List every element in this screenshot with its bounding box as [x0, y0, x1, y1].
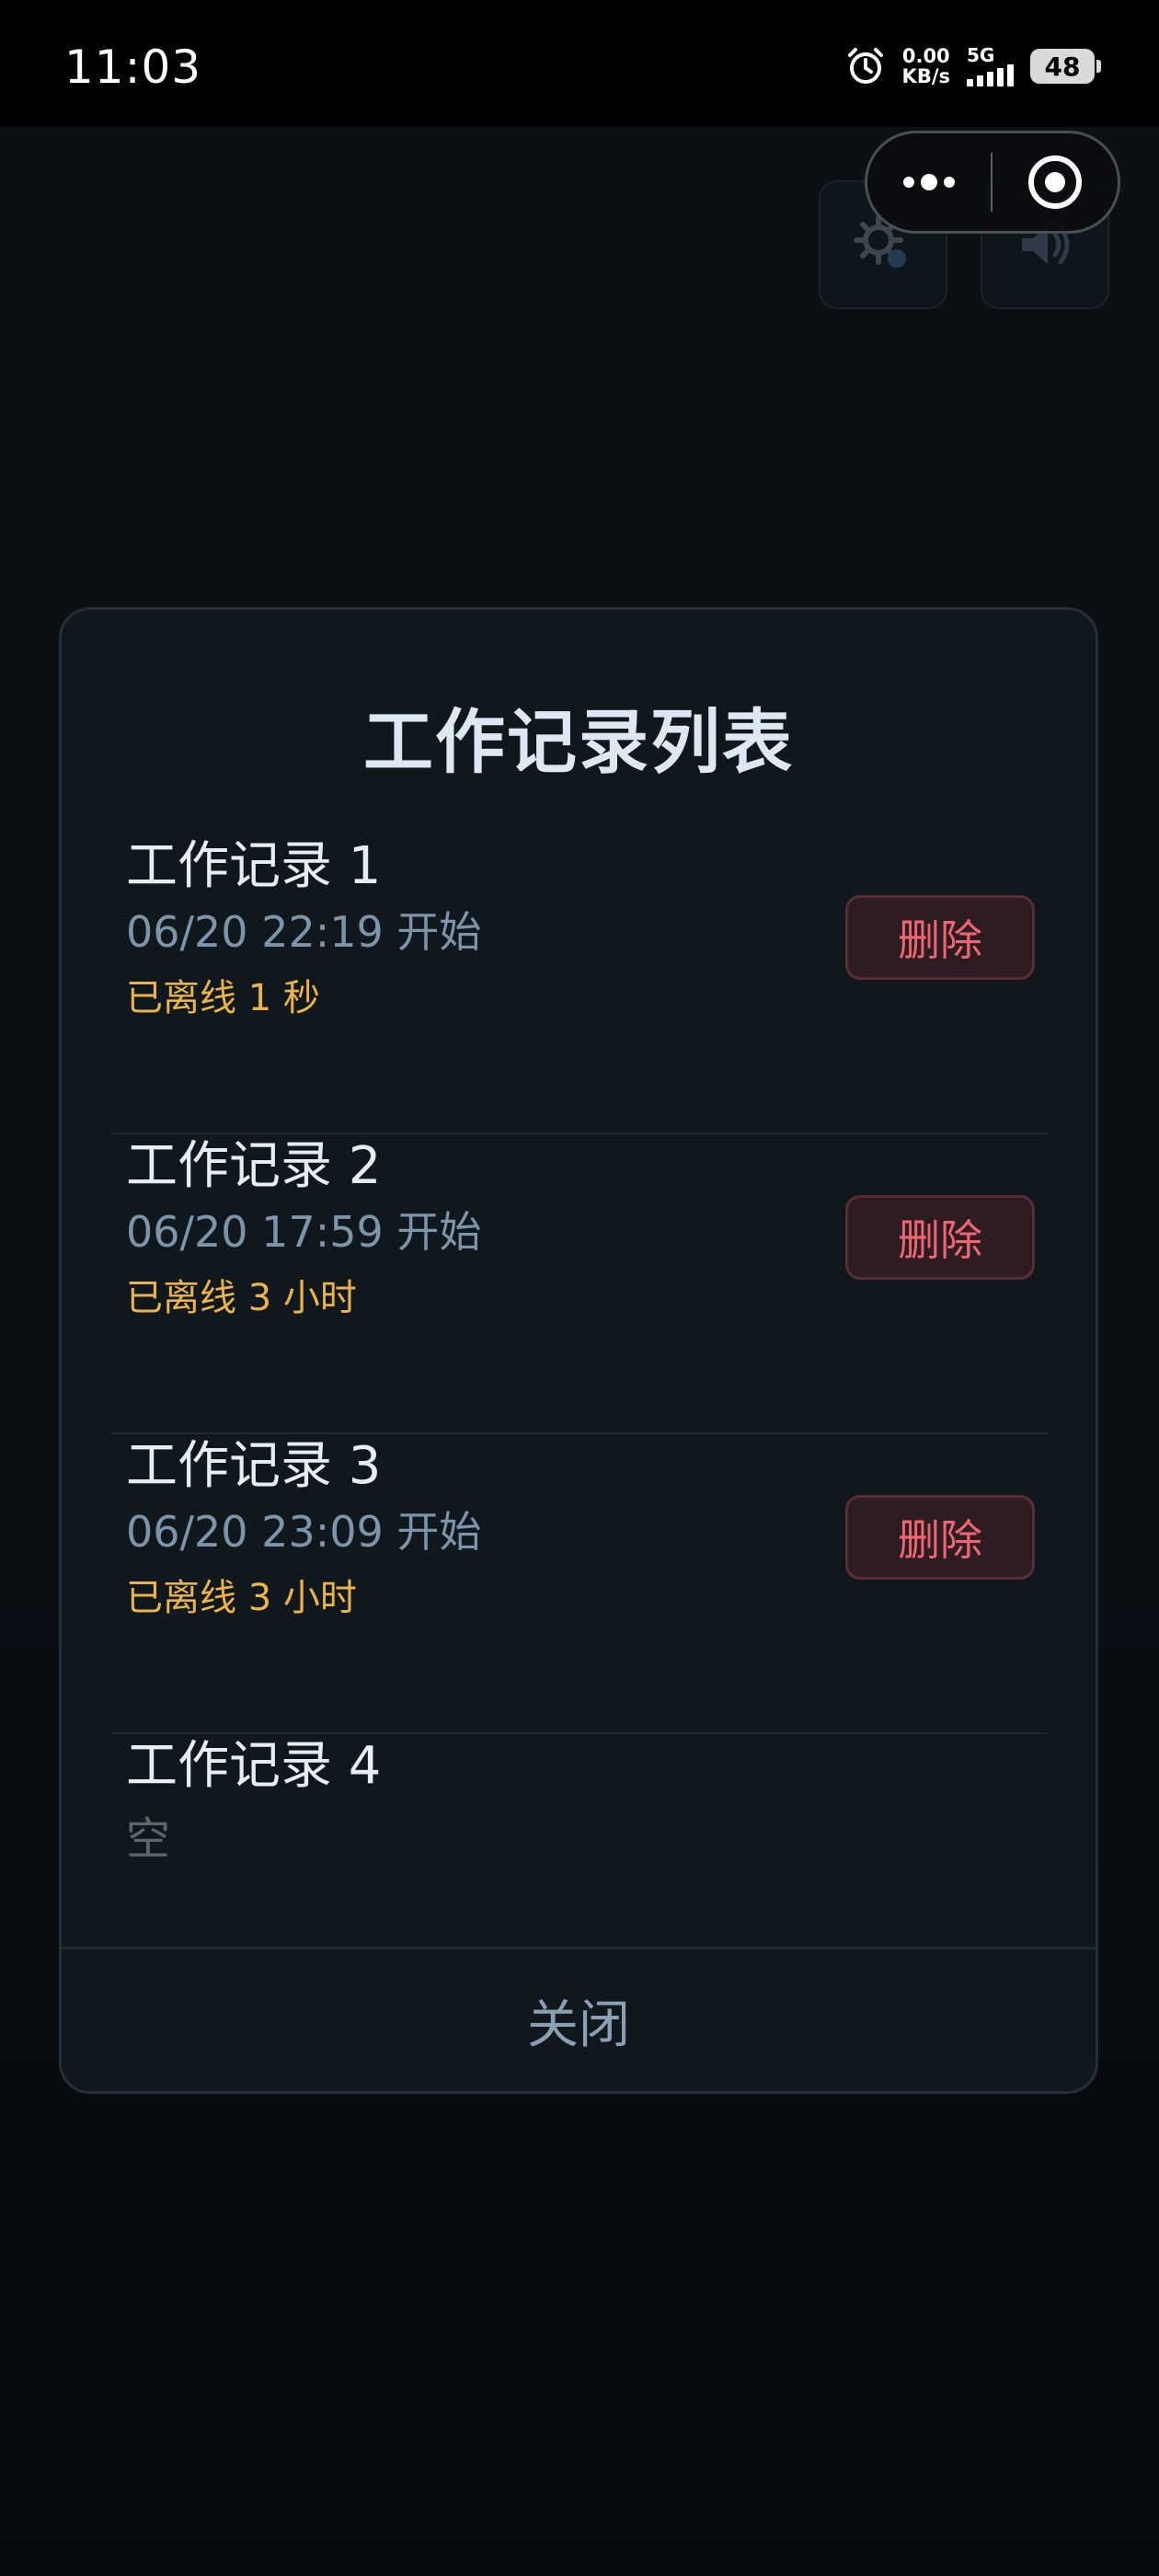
more-button[interactable]: [867, 133, 991, 231]
record-list: 工作记录 1 06/20 22:19 开始 已离线 1 秒 删除 工作记录 2 …: [111, 834, 1048, 2034]
record-name: 工作记录 3: [126, 1436, 382, 1496]
status-time: 11:03: [64, 40, 202, 94]
miniprogram-capsule: [865, 131, 1120, 234]
close-button[interactable]: 关闭: [62, 1947, 1096, 2091]
net-speed: 0.00 KB/s: [902, 46, 950, 86]
net-speed-unit: KB/s: [901, 65, 950, 87]
screen: 11:03 0.00 KB/s 5G 48 工作记录列表 工作记录 1 06/2…: [0, 0, 1159, 2576]
status-bar: 11:03 0.00 KB/s 5G 48: [0, 0, 1159, 127]
record-name: 工作记录 1: [126, 836, 382, 896]
net-speed-value: 0.00: [901, 45, 950, 67]
delete-button[interactable]: 删除: [845, 1195, 1035, 1280]
record-name: 工作记录 2: [126, 1136, 382, 1196]
record-start-time: 06/20 23:09 开始: [126, 1507, 482, 1557]
delete-button[interactable]: 删除: [845, 1495, 1035, 1580]
record-item[interactable]: 工作记录 3 06/20 23:09 开始 已离线 3 小时 删除: [111, 1434, 1048, 1734]
signal-icon: 5G: [967, 46, 1014, 86]
record-start-time: 06/20 17:59 开始: [126, 1207, 482, 1257]
battery-level: 48: [1044, 51, 1081, 82]
record-item[interactable]: 工作记录 2 06/20 17:59 开始 已离线 3 小时 删除: [111, 1134, 1048, 1434]
record-name: 工作记录 4: [126, 1736, 382, 1796]
record-status: 已离线 1 秒: [126, 977, 320, 1019]
more-icon: [903, 174, 955, 190]
record-status: 已离线 3 小时: [126, 1277, 357, 1319]
work-record-modal: 工作记录列表 工作记录 1 06/20 22:19 开始 已离线 1 秒 删除 …: [59, 607, 1098, 2094]
record-start-time: 06/20 22:19 开始: [126, 907, 482, 957]
modal-title: 工作记录列表: [363, 701, 794, 783]
close-target-icon: [1028, 155, 1082, 209]
status-icons: 0.00 KB/s 5G 48: [845, 46, 1101, 86]
battery-icon: 48: [1030, 49, 1101, 84]
alarm-icon: [845, 46, 886, 86]
record-empty-label: 空: [126, 1813, 171, 1865]
close-miniprogram-button[interactable]: [993, 133, 1118, 231]
record-item[interactable]: 工作记录 1 06/20 22:19 开始 已离线 1 秒 删除: [111, 834, 1048, 1134]
network-type: 5G: [967, 44, 995, 66]
delete-button[interactable]: 删除: [845, 895, 1035, 980]
record-status: 已离线 3 小时: [126, 1577, 357, 1619]
